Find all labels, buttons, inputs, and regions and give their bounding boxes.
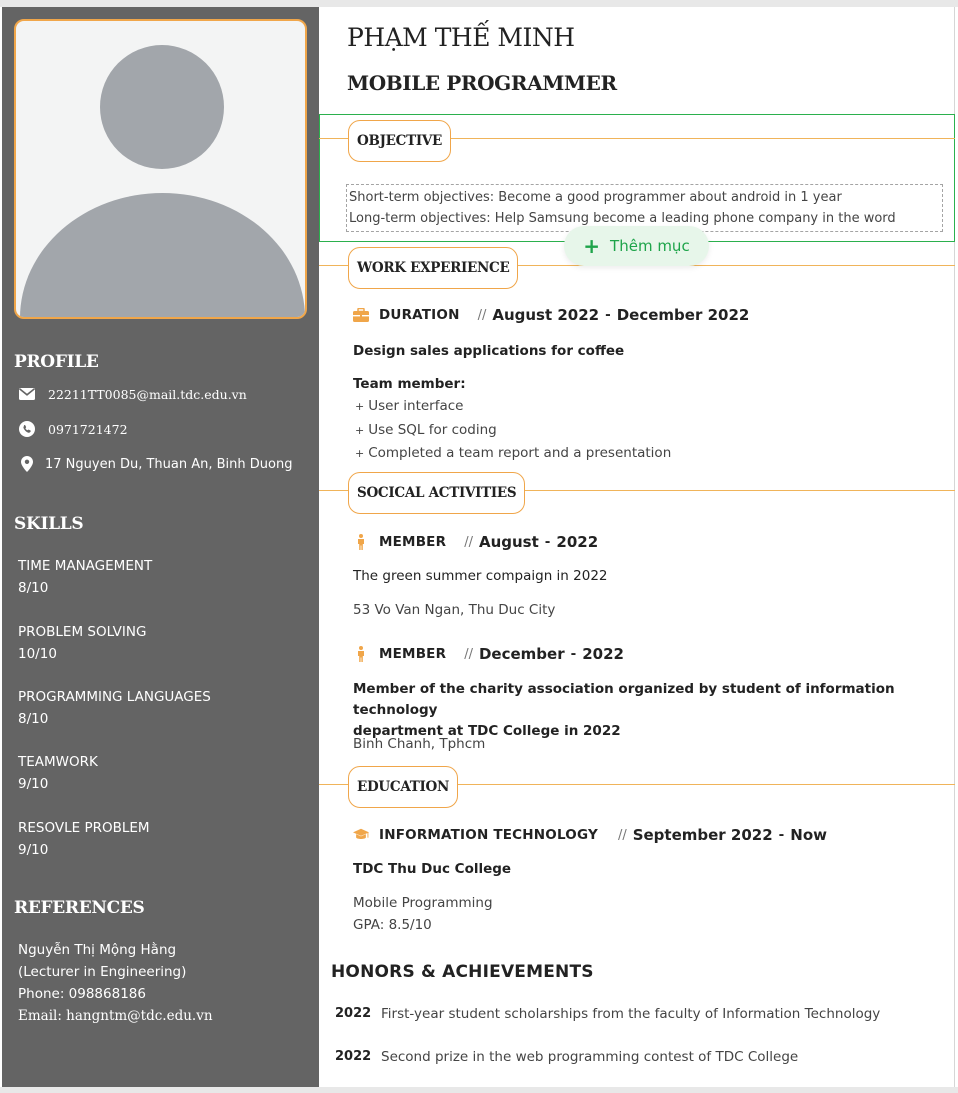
social-place[interactable]: 53 Vo Van Ngan, Thu Duc City [353, 599, 555, 621]
skill-score: 9/10 [18, 842, 49, 858]
phone-icon [18, 420, 36, 438]
address-text: 17 Nguyen Du, Thuan An, Binh Duong [45, 456, 293, 472]
sidebar: PROFILE 22211TT0085@mail.tdc.edu.vn 0971… [2, 7, 319, 1087]
objective-textarea[interactable]: Short-term objectives: Become a good pro… [346, 184, 943, 232]
person-icon [353, 646, 369, 662]
skill-item[interactable]: TIME MANAGEMENT 8/10 [18, 555, 152, 599]
social-month: August [478, 533, 539, 551]
social-year: 2022 [556, 533, 599, 551]
references-heading: REFERENCES [14, 898, 145, 918]
list-item: + Use SQL for coding [355, 421, 497, 438]
date-dash: - [778, 827, 785, 843]
list-item: + Completed a team report and a presentat… [355, 445, 672, 461]
phone-row[interactable]: 0971721472 [18, 420, 128, 438]
social-entry-header[interactable]: MEMBER // August - 2022 [353, 533, 598, 551]
social-role: MEMBER [379, 646, 447, 662]
honor-year: 2022 [335, 1006, 372, 1021]
full-name[interactable]: PHẠM THẾ MINH [347, 23, 575, 52]
email-text: 22211TT0085@mail.tdc.edu.vn [48, 386, 247, 402]
education-end: Now [790, 826, 827, 844]
separator: // [477, 307, 487, 323]
work-project[interactable]: Design sales applications for coffee [353, 341, 624, 362]
education-title[interactable]: EDUCATION [348, 766, 459, 808]
separator: // [617, 827, 627, 843]
skill-item[interactable]: RESOVLE PROBLEM 9/10 [18, 817, 150, 861]
add-section-button[interactable]: + Thêm mục [564, 226, 709, 266]
separator: // [464, 534, 473, 550]
main-content: PHẠM THẾ MINH MOBILE PROGRAMMER OBJECTIV… [319, 7, 955, 1087]
honor-text: First-year student scholarships from the… [381, 1006, 881, 1022]
graduation-cap-icon [353, 827, 369, 843]
skill-score: 10/10 [18, 646, 57, 662]
honor-year: 2022 [335, 1049, 372, 1064]
reference-email: Email: hangntm@tdc.edu.vn [18, 1008, 213, 1024]
skill-name: RESOVLE PROBLEM [18, 820, 150, 836]
avatar-body-shape [20, 193, 305, 317]
work-duration-row[interactable]: DURATION // August 2022 - December 2022 [353, 306, 749, 324]
plus-icon: + [583, 234, 601, 258]
person-icon [353, 534, 369, 550]
reference-phone: Phone: 098868186 [18, 986, 146, 1002]
skill-score: 9/10 [18, 776, 49, 792]
social-place[interactable]: Binh Chanh, Tphcm [353, 733, 485, 755]
profile-heading: PROFILE [14, 352, 99, 372]
map-pin-icon [18, 455, 36, 473]
separator: // [464, 646, 473, 662]
skills-heading: SKILLS [14, 514, 84, 534]
honor-item[interactable]: 2022 Second prize in the web programming… [335, 1049, 798, 1065]
duration-label: DURATION [379, 307, 460, 323]
skill-name: TIME MANAGEMENT [18, 558, 153, 574]
phone-text: 0971721472 [48, 421, 128, 437]
date-dash: - [544, 534, 551, 550]
date-dash: - [605, 307, 611, 323]
envelope-icon [18, 385, 36, 403]
email-row[interactable]: 22211TT0085@mail.tdc.edu.vn [18, 385, 247, 403]
work-end-date: December 2022 [616, 306, 750, 324]
add-section-label: Thêm mục [610, 237, 690, 255]
work-experience-title[interactable]: WORK EXPERIENCE [348, 247, 519, 289]
social-entry-header[interactable]: MEMBER // December - 2022 [353, 645, 624, 663]
reference-role: (Lecturer in Engineering) [18, 964, 187, 980]
avatar-head-shape [100, 45, 224, 169]
avatar-photo[interactable] [14, 19, 307, 319]
honors-title[interactable]: HONORS & ACHIEVEMENTS [331, 962, 594, 982]
skill-name: PROBLEM SOLVING [18, 624, 147, 640]
list-item: + User interface [355, 398, 464, 414]
job-title[interactable]: MOBILE PROGRAMMER [347, 71, 617, 95]
education-start: September 2022 [632, 826, 773, 844]
reference-name: Nguyễn Thị Mộng Hằng [18, 942, 177, 958]
social-activities-title[interactable]: SOCICAL ACTIVITIES [348, 472, 526, 514]
social-month: December [478, 645, 565, 663]
education-header[interactable]: INFORMATION TECHNOLOGY // September 2022… [353, 826, 827, 844]
social-year: 2022 [582, 645, 624, 663]
skill-item[interactable]: PROGRAMMING LANGUAGES 8/10 [18, 686, 211, 730]
skill-item[interactable]: PROBLEM SOLVING 10/10 [18, 621, 146, 665]
team-member-list[interactable]: + User interface + Use SQL for coding + Com… [353, 395, 671, 466]
social-role: MEMBER [379, 534, 447, 550]
honor-text: Second prize in the web programming cont… [381, 1049, 799, 1065]
date-dash: - [570, 646, 577, 662]
references-block[interactable]: Nguyễn Thị Mộng Hằng (Lecturer in Engine… [18, 939, 213, 1027]
skill-name: TEAMWORK [18, 754, 98, 770]
skill-name: PROGRAMMING LANGUAGES [18, 689, 211, 705]
short-term-objective: Short-term objectives: Become a good pro… [349, 190, 842, 205]
honor-item[interactable]: 2022 First-year student scholarships fro… [335, 1006, 880, 1022]
education-major: INFORMATION TECHNOLOGY [379, 827, 598, 843]
objective-title[interactable]: OBJECTIVE [348, 120, 452, 162]
skill-score: 8/10 [18, 580, 49, 596]
work-start-date: August 2022 [492, 306, 600, 324]
skill-item[interactable]: TEAMWORK 9/10 [18, 751, 98, 795]
team-member-label[interactable]: Team member: [353, 374, 466, 395]
social-description[interactable]: The green summer compaign in 2022 [353, 566, 608, 587]
cv-page: PROFILE 22211TT0085@mail.tdc.edu.vn 0971… [0, 0, 958, 1093]
address-row[interactable]: 17 Nguyen Du, Thuan An, Binh Duong [18, 455, 292, 473]
skill-score: 8/10 [18, 711, 49, 727]
education-program[interactable]: Mobile Programming GPA: 8.5/10 [353, 892, 493, 936]
briefcase-icon [353, 307, 369, 323]
school-name[interactable]: TDC Thu Duc College [353, 859, 511, 880]
